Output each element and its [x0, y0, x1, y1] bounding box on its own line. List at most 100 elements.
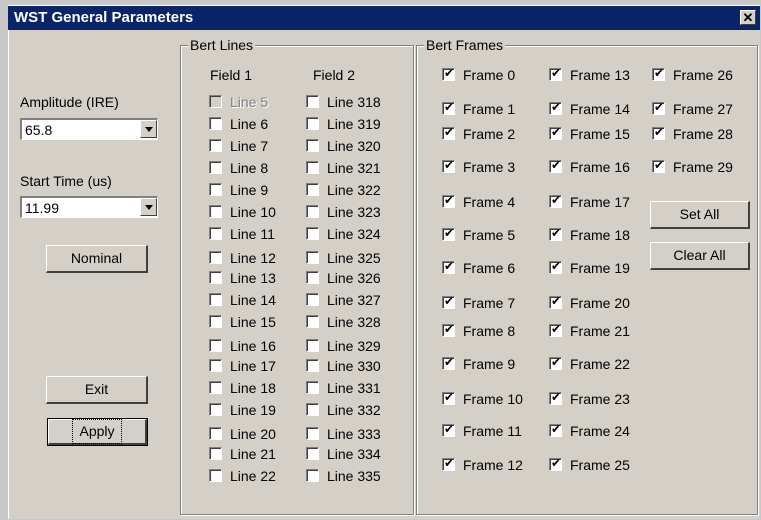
- checkbox-checked-icon[interactable]: [652, 66, 665, 81]
- frame-label: Frame 2: [463, 126, 516, 142]
- checkbox-checked-icon[interactable]: [549, 158, 562, 173]
- checkbox-icon[interactable]: [209, 161, 222, 174]
- apply-button-label: Apply: [72, 419, 122, 444]
- checkbox-icon[interactable]: [306, 139, 319, 152]
- checkbox-icon[interactable]: [209, 227, 222, 240]
- close-icon: ✕: [742, 10, 754, 25]
- checkbox-checked-icon[interactable]: [549, 226, 562, 241]
- field1-line-label: Line 20: [230, 426, 276, 442]
- checkbox-icon[interactable]: [306, 251, 319, 264]
- checkbox-checked-icon[interactable]: [442, 226, 455, 241]
- checkbox-icon[interactable]: [306, 271, 319, 284]
- field2-line-label: Line 332: [327, 402, 381, 418]
- checkbox-checked-icon[interactable]: [442, 66, 455, 81]
- checkbox-checked-icon[interactable]: [549, 322, 562, 337]
- checkbox-icon[interactable]: [306, 427, 319, 440]
- field1-line-label: Line 18: [230, 380, 276, 396]
- frame-label: Frame 19: [570, 260, 630, 276]
- checkbox-checked-icon[interactable]: [652, 125, 665, 140]
- checkbox-checked-icon[interactable]: [652, 158, 665, 173]
- checkbox-icon[interactable]: [306, 293, 319, 306]
- nominal-button[interactable]: Nominal: [46, 245, 148, 273]
- frame-label: Frame 28: [673, 126, 733, 142]
- field1-line-label: Line 22: [230, 468, 276, 484]
- checkbox-checked-icon[interactable]: [442, 158, 455, 173]
- checkbox-checked-icon[interactable]: [549, 390, 562, 405]
- checkbox-icon[interactable]: [306, 469, 319, 482]
- checkbox-checked-icon[interactable]: [549, 456, 562, 471]
- checkbox-checked-icon[interactable]: [442, 294, 455, 309]
- checkbox-icon[interactable]: [209, 271, 222, 284]
- checkbox-checked-icon[interactable]: [549, 294, 562, 309]
- field1-line-label: Line 11: [230, 226, 275, 242]
- amplitude-value: 65.8: [25, 122, 53, 138]
- checkbox-icon[interactable]: [209, 359, 222, 372]
- checkbox-icon[interactable]: [209, 469, 222, 482]
- frame-label: Frame 16: [570, 159, 630, 175]
- checkbox-icon[interactable]: [306, 447, 319, 460]
- frame-label: Frame 18: [570, 227, 630, 243]
- checkbox-icon[interactable]: [209, 403, 222, 416]
- checkbox-checked-icon[interactable]: [549, 100, 562, 115]
- checkbox-icon[interactable]: [209, 447, 222, 460]
- frame-label: Frame 15: [570, 126, 630, 142]
- checkbox-icon[interactable]: [209, 183, 222, 196]
- checkbox-checked-icon[interactable]: [549, 66, 562, 81]
- checkbox-icon[interactable]: [209, 339, 222, 352]
- checkbox-icon[interactable]: [306, 95, 319, 108]
- checkbox-checked-icon[interactable]: [549, 125, 562, 140]
- checkbox-icon[interactable]: [306, 339, 319, 352]
- close-button[interactable]: ✕: [740, 10, 756, 25]
- field2-line-label: Line 331: [327, 380, 381, 396]
- checkbox-checked-icon[interactable]: [442, 355, 455, 370]
- checkbox-icon[interactable]: [306, 403, 319, 416]
- checkbox-checked-icon[interactable]: [442, 322, 455, 337]
- checkbox-checked-icon[interactable]: [442, 259, 455, 274]
- checkbox-checked-icon[interactable]: [549, 355, 562, 370]
- field1-line-label: Line 12: [230, 250, 276, 266]
- checkbox-icon[interactable]: [306, 315, 319, 328]
- checkbox-icon[interactable]: [306, 381, 319, 394]
- checkbox-icon[interactable]: [209, 381, 222, 394]
- clear-all-button[interactable]: Clear All: [650, 242, 750, 270]
- set-all-button[interactable]: Set All: [650, 201, 750, 229]
- checkbox-icon[interactable]: [209, 251, 222, 264]
- checkbox-icon[interactable]: [306, 183, 319, 196]
- checkbox-icon[interactable]: [209, 205, 222, 218]
- checkbox-icon[interactable]: [209, 315, 222, 328]
- field2-header: Field 2: [313, 67, 356, 83]
- frame-label: Frame 8: [463, 323, 516, 339]
- field1-line-label: Line 13: [230, 270, 276, 286]
- checkbox-icon[interactable]: [209, 427, 222, 440]
- frame-label: Frame 23: [570, 391, 630, 407]
- checkbox-checked-icon[interactable]: [442, 125, 455, 140]
- checkbox-icon[interactable]: [209, 117, 222, 130]
- field2-line-label: Line 329: [327, 338, 381, 354]
- start-time-combo[interactable]: 11.99: [20, 196, 158, 218]
- amplitude-combo[interactable]: 65.8: [20, 118, 158, 140]
- checkbox-checked-icon[interactable]: [442, 456, 455, 471]
- checkbox-checked-icon[interactable]: [442, 100, 455, 115]
- checkbox-checked-icon[interactable]: [549, 193, 562, 208]
- set-all-button-label: Set All: [679, 206, 720, 222]
- checkbox-checked-icon[interactable]: [442, 390, 455, 405]
- checkbox-icon[interactable]: [209, 139, 222, 152]
- chevron-down-icon[interactable]: [140, 120, 157, 138]
- field1-header: Field 1: [210, 67, 253, 83]
- apply-button[interactable]: Apply: [47, 418, 148, 446]
- checkbox-icon[interactable]: [306, 205, 319, 218]
- clear-all-button-label: Clear All: [673, 247, 726, 263]
- checkbox-icon[interactable]: [306, 117, 319, 130]
- checkbox-checked-icon[interactable]: [549, 422, 562, 437]
- checkbox-icon[interactable]: [306, 359, 319, 372]
- checkbox-checked-icon[interactable]: [442, 193, 455, 208]
- checkbox-icon[interactable]: [306, 227, 319, 240]
- checkbox-icon[interactable]: [306, 161, 319, 174]
- checkbox-checked-icon[interactable]: [442, 422, 455, 437]
- chevron-down-icon[interactable]: [140, 198, 157, 216]
- checkbox-checked-icon[interactable]: [549, 259, 562, 274]
- exit-button[interactable]: Exit: [46, 376, 148, 404]
- frame-label: Frame 1: [463, 101, 516, 117]
- checkbox-icon[interactable]: [209, 293, 222, 306]
- checkbox-checked-icon[interactable]: [652, 100, 665, 115]
